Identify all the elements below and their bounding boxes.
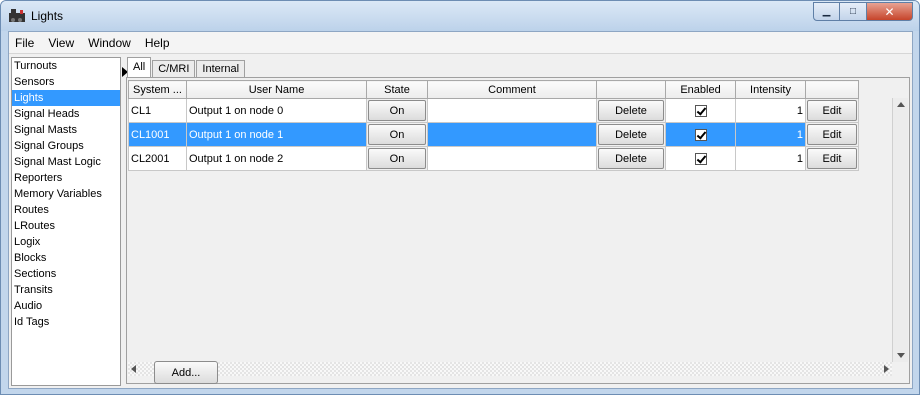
enabled-checkbox[interactable] (694, 128, 707, 141)
intensity-cell[interactable]: 1 (735, 98, 806, 123)
tab-internal[interactable]: Internal (196, 60, 246, 77)
system-name-cell[interactable]: CL1 (128, 98, 187, 123)
state-cell: On (366, 98, 428, 123)
delete-button[interactable]: Delete (598, 124, 664, 145)
scroll-down-icon[interactable] (897, 353, 905, 358)
menu-help[interactable]: Help (145, 36, 170, 50)
intensity-cell[interactable]: 1 (735, 122, 806, 147)
scroll-right-icon[interactable] (884, 365, 889, 373)
col-comment[interactable]: Comment (427, 80, 597, 99)
locomotive-icon (9, 9, 25, 22)
menu-window[interactable]: Window (88, 36, 131, 50)
sidebar-item-reporters[interactable]: Reporters (12, 170, 120, 186)
state-toggle-button[interactable]: On (368, 148, 426, 169)
delete-cell: Delete (596, 122, 666, 147)
sidebar-item-routes[interactable]: Routes (12, 202, 120, 218)
tab-panel: System ... User Name State Comment Enabl… (126, 77, 910, 384)
state-toggle-button[interactable]: On (368, 100, 426, 121)
edit-button[interactable]: Edit (807, 124, 857, 145)
system-name-cell[interactable]: CL2001 (128, 146, 187, 171)
sidebar-item-signal-mast-logic[interactable]: Signal Mast Logic (12, 154, 120, 170)
comment-cell[interactable] (427, 98, 597, 123)
sidebar-item-turnouts[interactable]: Turnouts (12, 58, 120, 74)
menu-file[interactable]: File (15, 36, 34, 50)
sidebar-item-sections[interactable]: Sections (12, 266, 120, 282)
user-name-cell[interactable]: Output 1 on node 1 (186, 122, 367, 147)
intensity-cell[interactable]: 1 (735, 146, 806, 171)
sidebar-item-logix[interactable]: Logix (12, 234, 120, 250)
sidebar-item-transits[interactable]: Transits (12, 282, 120, 298)
state-toggle-button[interactable]: On (368, 124, 426, 145)
delete-cell: Delete (596, 146, 666, 171)
edit-cell: Edit (805, 98, 859, 123)
tab-strip: All C/MRI Internal (127, 57, 246, 77)
minimize-button[interactable]: ▁ (813, 2, 840, 21)
table-row[interactable]: CL1001 Output 1 on node 1 On Delete 1 Edit (128, 122, 859, 147)
delete-cell: Delete (596, 98, 666, 123)
sidebar-item-blocks[interactable]: Blocks (12, 250, 120, 266)
enabled-cell (665, 98, 736, 123)
sidebar-item-audio[interactable]: Audio (12, 298, 120, 314)
table-row[interactable]: CL2001 Output 1 on node 2 On Delete 1 Edit (128, 146, 859, 171)
comment-cell[interactable] (427, 146, 597, 171)
scroll-up-icon[interactable] (897, 102, 905, 107)
sidebar-item-signal-heads[interactable]: Signal Heads (12, 106, 120, 122)
scroll-left-icon[interactable] (131, 365, 136, 373)
sidebar-item-lroutes[interactable]: LRoutes (12, 218, 120, 234)
enabled-cell (665, 122, 736, 147)
sidebar-item-memory-variables[interactable]: Memory Variables (12, 186, 120, 202)
sidebar-item-lights[interactable]: Lights (12, 90, 120, 106)
delete-button[interactable]: Delete (598, 148, 664, 169)
vertical-scrollbar[interactable] (892, 98, 908, 362)
edit-button[interactable]: Edit (807, 148, 857, 169)
state-cell: On (366, 122, 428, 147)
title-bar[interactable]: Lights ▁ □ ✕ (1, 1, 919, 31)
tab-cmri[interactable]: C/MRI (152, 60, 196, 77)
table-viewport: System ... User Name State Comment Enabl… (128, 80, 892, 348)
edit-button[interactable]: Edit (807, 100, 857, 121)
sidebar-item-sensors[interactable]: Sensors (12, 74, 120, 90)
comment-cell[interactable] (427, 122, 597, 147)
lights-window: Lights ▁ □ ✕ File View Window Help Turno… (0, 0, 920, 395)
sidebar-item-signal-masts[interactable]: Signal Masts (12, 122, 120, 138)
col-enabled[interactable]: Enabled (665, 80, 736, 99)
horizontal-scrollbar[interactable] (128, 362, 892, 376)
lights-table: System ... User Name State Comment Enabl… (128, 80, 859, 171)
state-cell: On (366, 146, 428, 171)
sidebar-item-id-tags[interactable]: Id Tags (12, 314, 120, 330)
tab-all[interactable]: All (127, 57, 152, 77)
system-name-cell[interactable]: CL1001 (128, 122, 187, 147)
delete-button[interactable]: Delete (598, 100, 664, 121)
col-user-name[interactable]: User Name (186, 80, 367, 99)
client-area: File View Window Help Turnouts Sensors Lig… (8, 31, 913, 389)
enabled-cell (665, 146, 736, 171)
col-intensity[interactable]: Intensity (735, 80, 806, 99)
enabled-checkbox[interactable] (694, 104, 707, 117)
menu-bar: File View Window Help (9, 32, 912, 54)
sidebar-item-signal-groups[interactable]: Signal Groups (12, 138, 120, 154)
menu-view[interactable]: View (48, 36, 74, 50)
col-state[interactable]: State (366, 80, 428, 99)
col-system-name[interactable]: System ... (128, 80, 187, 99)
col-delete[interactable] (596, 80, 666, 99)
edit-cell: Edit (805, 122, 859, 147)
add-button[interactable]: Add... (154, 361, 218, 384)
user-name-cell[interactable]: Output 1 on node 0 (186, 98, 367, 123)
edit-cell: Edit (805, 146, 859, 171)
table-header: System ... User Name State Comment Enabl… (128, 80, 859, 99)
table-type-list[interactable]: Turnouts Sensors Lights Signal Heads Signal … (11, 57, 121, 386)
user-name-cell[interactable]: Output 1 on node 2 (186, 146, 367, 171)
window-title: Lights (31, 9, 64, 23)
table-row[interactable]: CL1 Output 1 on node 0 On Delete 1 Edit (128, 98, 859, 123)
close-button[interactable]: ✕ (867, 2, 913, 21)
col-edit[interactable] (805, 80, 859, 99)
maximize-button[interactable]: □ (840, 2, 867, 21)
enabled-checkbox[interactable] (694, 152, 707, 165)
